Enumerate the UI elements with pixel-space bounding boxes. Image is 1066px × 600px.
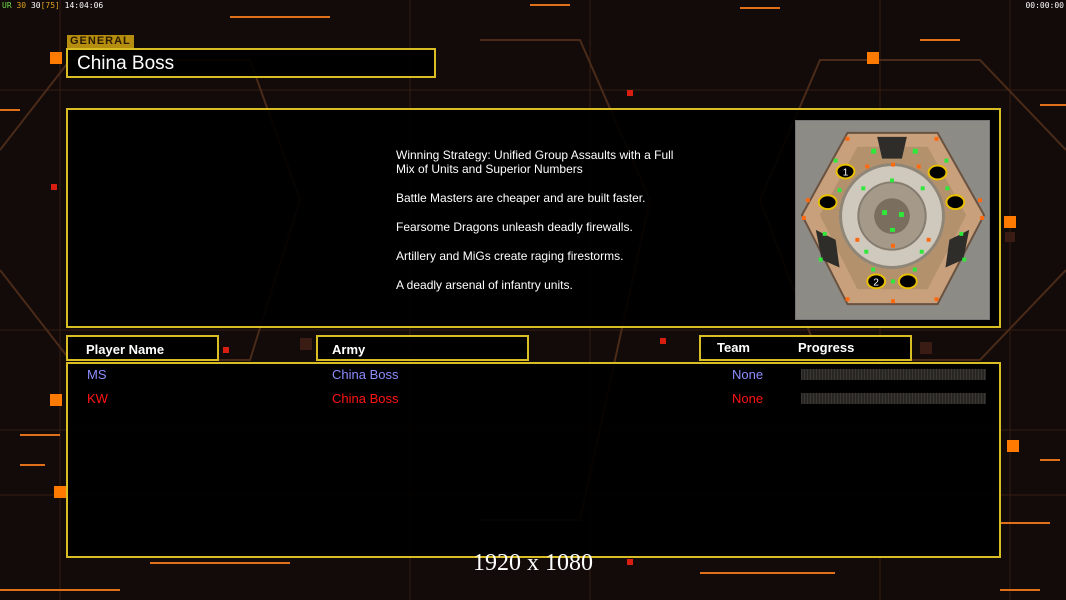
general-name: China Boss	[77, 53, 175, 74]
player-progress-bar	[801, 369, 986, 380]
fps-readout: UR 30 30[75] 14:04:06	[2, 1, 103, 10]
header-player-name: Player Name	[66, 335, 219, 361]
game-timer: 00:00:00	[1025, 1, 1064, 10]
player-army: China Boss	[332, 391, 399, 406]
player-name: MS	[87, 367, 107, 382]
header-army-label: Army	[332, 342, 366, 357]
start-label-2: 2	[873, 277, 879, 288]
start-label-1: 1	[843, 167, 849, 178]
player-team: None	[732, 391, 764, 406]
header-team-label: Team	[717, 340, 750, 355]
player-name: KW	[87, 391, 108, 406]
header-army: Army	[316, 335, 529, 361]
map-preview: 1 2	[795, 120, 990, 320]
fps-label: UR	[2, 1, 12, 10]
resolution-label: 1920 x 1080	[473, 550, 593, 576]
fps-value-c: [75]	[40, 1, 60, 10]
general-label: GENERAL	[67, 35, 134, 48]
strategy-line: Battle Masters are cheaper and are built…	[396, 191, 646, 205]
strategy-line: Artillery and MiGs create raging firesto…	[396, 249, 624, 263]
strategy-line: A deadly arsenal of infantry units.	[396, 278, 573, 292]
players-list: MS China Boss None KW China Boss None	[66, 362, 1001, 558]
header-player-name-label: Player Name	[86, 342, 165, 357]
minimap-image: 1 2	[796, 121, 989, 319]
fps-value-b: 30	[30, 1, 41, 10]
header-progress-label: Progress	[798, 340, 855, 355]
player-row: KW China Boss None	[68, 391, 999, 409]
strategy-line: Fearsome Dragons unleash deadly firewall…	[396, 220, 633, 234]
general-info-panel: Winning Strategy: Unified Group Assaults…	[66, 108, 1001, 328]
player-progress-bar	[801, 393, 986, 404]
general-title-box: China Boss	[66, 48, 436, 78]
header-team-progress: Team Progress	[699, 335, 912, 361]
fps-value-a: 30	[16, 1, 27, 10]
player-army: China Boss	[332, 367, 399, 382]
strategy-line: Winning Strategy: Unified Group Assaults…	[396, 148, 674, 176]
strategy-text: Winning Strategy: Unified Group Assaults…	[396, 148, 696, 307]
player-team: None	[732, 367, 764, 382]
player-row: MS China Boss None	[68, 367, 999, 385]
system-clock: 14:04:06	[64, 1, 104, 10]
